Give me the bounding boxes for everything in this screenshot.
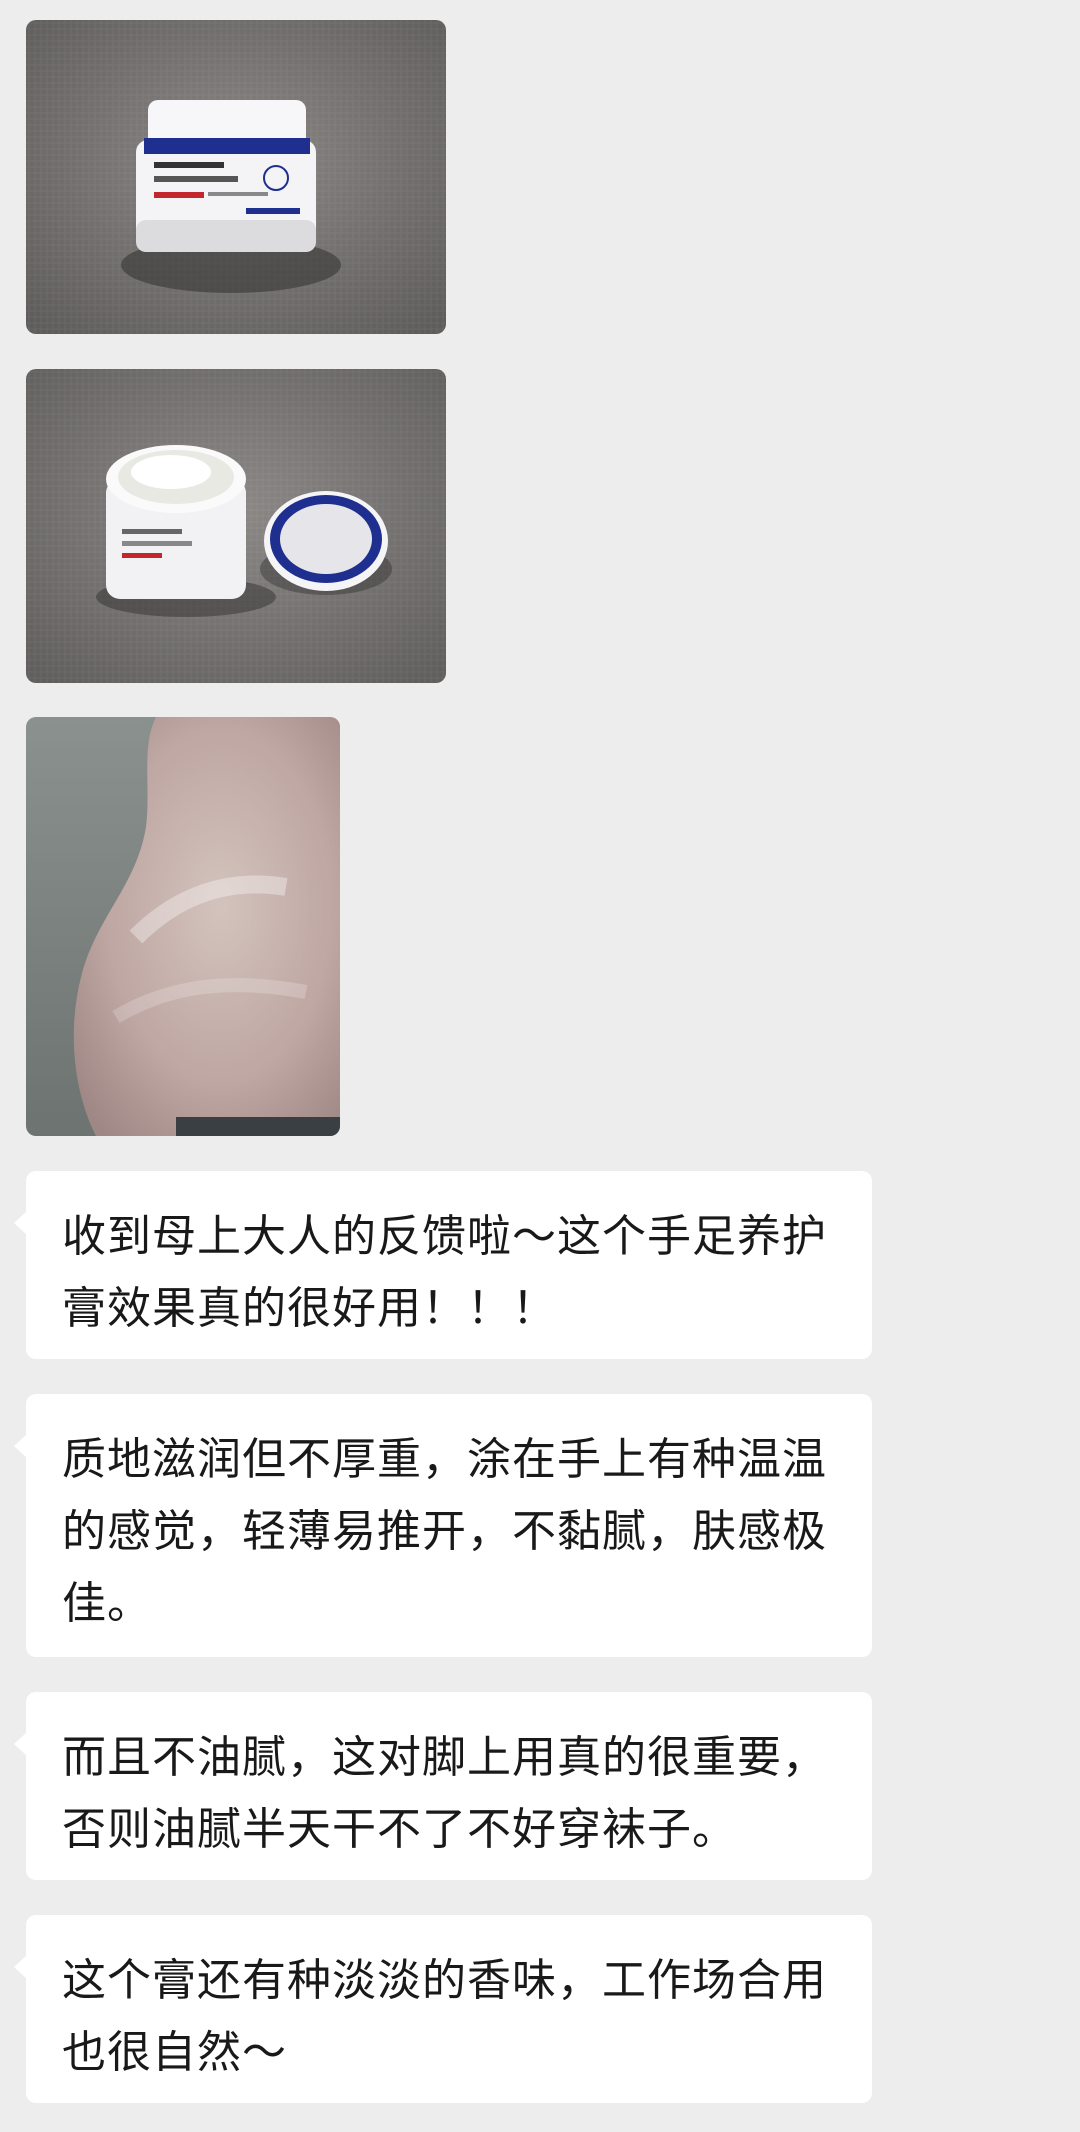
- message-text: 质地滋润但不厚重，涂在手上有种温温的感觉，轻薄易推开，不黏腻，肤感极佳。: [62, 1434, 827, 1629]
- message-text: 而且不油腻，这对脚上用真的很重要，否则油腻半天干不了不好穿袜子。: [62, 1732, 827, 1855]
- image-message-closed-jar[interactable]: [26, 20, 446, 334]
- message-text: 这个膏还有种淡淡的香味，工作场合用也很自然～: [62, 1955, 827, 2078]
- closed-jar-photo-icon: [26, 20, 446, 334]
- image-message-heel[interactable]: [26, 717, 340, 1136]
- message-text: 收到母上大人的反馈啦～这个手足养护膏效果真的很好用！！！: [62, 1211, 827, 1334]
- heel-photo-icon: [26, 717, 340, 1136]
- open-jar-photo-icon: [26, 369, 446, 683]
- text-message-bubble[interactable]: 而且不油腻，这对脚上用真的很重要，否则油腻半天干不了不好穿袜子。: [14, 1692, 872, 1880]
- text-message-bubble[interactable]: 这个膏还有种淡淡的香味，工作场合用也很自然～: [14, 1915, 872, 2103]
- image-message-open-jar[interactable]: [26, 369, 446, 683]
- text-message-bubble[interactable]: 收到母上大人的反馈啦～这个手足养护膏效果真的很好用！！！: [14, 1171, 872, 1359]
- text-message-bubble[interactable]: 质地滋润但不厚重，涂在手上有种温温的感觉，轻薄易推开，不黏腻，肤感极佳。: [14, 1394, 872, 1657]
